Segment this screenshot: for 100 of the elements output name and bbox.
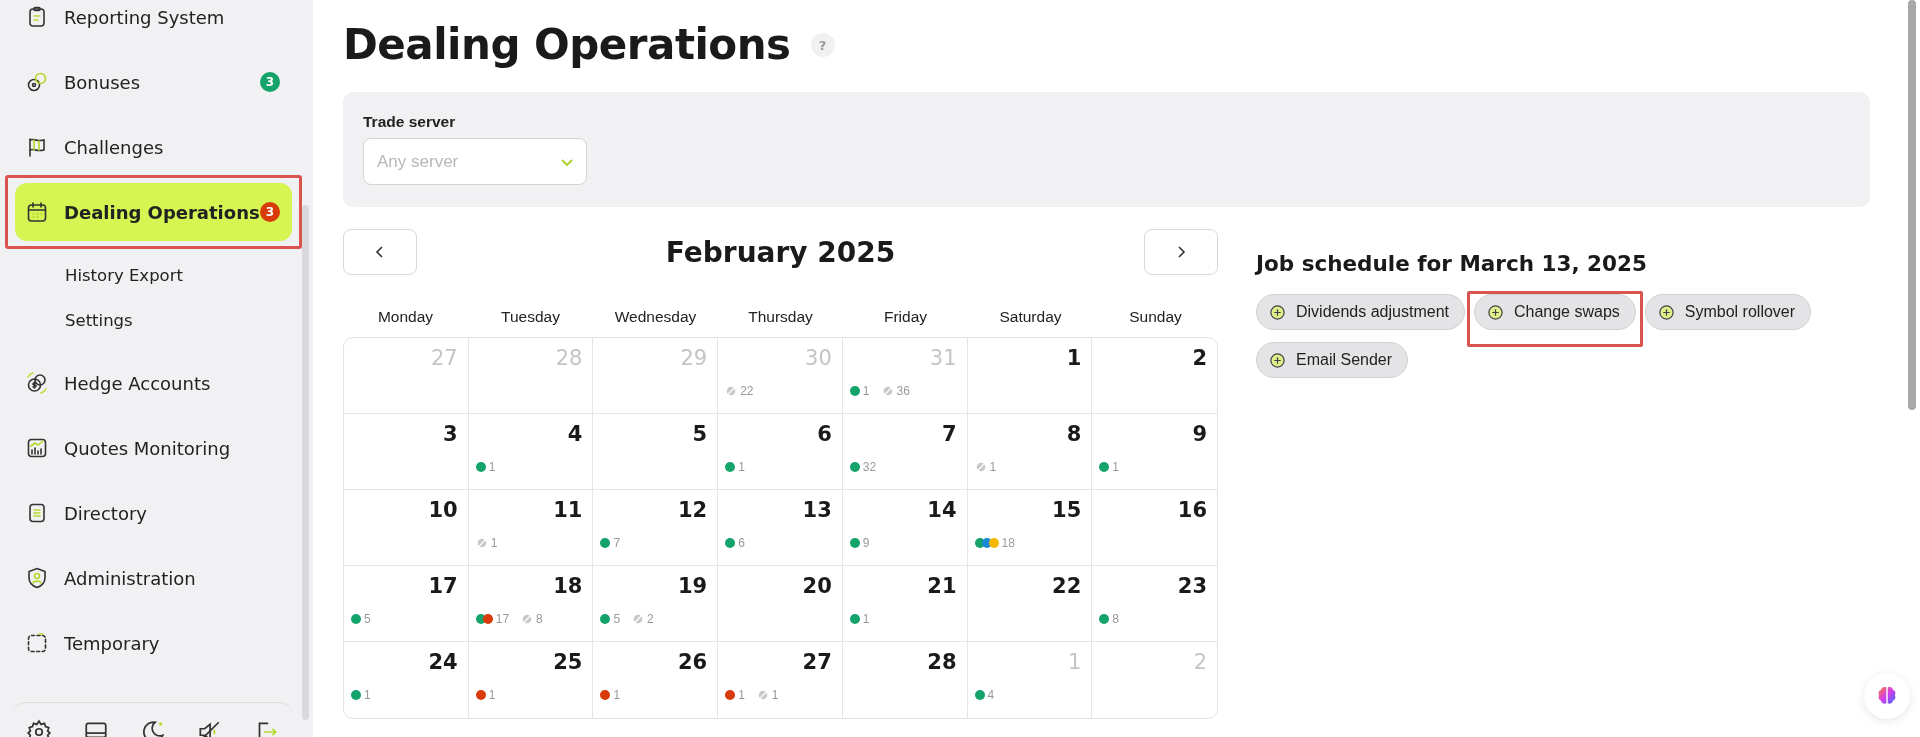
- day-cell[interactable]: 16: [1092, 490, 1217, 566]
- day-number: 25: [553, 650, 583, 674]
- day-number: 2: [1193, 650, 1207, 674]
- skipped-icon: [756, 689, 769, 701]
- day-cell[interactable]: 23 8: [1092, 566, 1217, 642]
- sidebar-subitem[interactable]: Settings: [15, 298, 292, 343]
- sidebar-item[interactable]: Hedge Accounts: [15, 354, 292, 412]
- day-cell[interactable]: 24 1: [344, 642, 469, 718]
- job-chip[interactable]: Symbol rollover: [1644, 294, 1812, 330]
- skipped-icon: [725, 385, 738, 397]
- job-count: 1: [488, 688, 496, 702]
- job-count: 1: [989, 460, 997, 474]
- job-count: 1: [738, 460, 745, 474]
- day-cell[interactable]: 9 1: [1092, 414, 1217, 490]
- job-count: 8: [536, 612, 543, 626]
- dashed-square-icon: [25, 631, 49, 655]
- add-icon: [1269, 303, 1286, 321]
- day-cell[interactable]: 11 1: [468, 490, 594, 566]
- job-count: 1: [771, 688, 779, 702]
- month-title: February 2025: [665, 235, 896, 269]
- day-number: 28: [927, 650, 957, 674]
- sidebar-item[interactable]: Administration: [15, 549, 292, 607]
- job-count: 18: [1001, 536, 1015, 550]
- day-cell[interactable]: 26 1: [593, 642, 719, 718]
- job-chip[interactable]: Email Sender: [1256, 342, 1409, 378]
- day-cell[interactable]: 28: [842, 642, 968, 718]
- weekday-label: Saturday: [998, 308, 1063, 326]
- day-cell[interactable]: 3: [344, 414, 469, 490]
- day-number: 26: [677, 650, 708, 674]
- day-cell[interactable]: 27 1 1: [718, 642, 843, 718]
- day-number: 19: [677, 574, 708, 598]
- day-cell[interactable]: 19 5 2: [593, 566, 719, 642]
- day-number: 3: [443, 422, 458, 446]
- day-number: 14: [927, 498, 957, 522]
- job-count: 22: [740, 384, 754, 398]
- day-number: 1: [1066, 346, 1082, 370]
- day-cell[interactable]: 18 17 8: [468, 566, 594, 642]
- sidebar-item[interactable]: Dealing Operations 3: [15, 183, 292, 241]
- sidebar-item[interactable]: Challenges: [15, 118, 292, 176]
- day-cell[interactable]: 20: [718, 566, 843, 642]
- server-select[interactable]: Any server: [363, 138, 587, 185]
- job-chip[interactable]: Change swaps: [1473, 294, 1636, 330]
- day-number: 20: [802, 574, 832, 598]
- sidebar-item[interactable]: Reporting System: [15, 0, 292, 46]
- day-number: 17: [428, 574, 458, 598]
- day-cell[interactable]: 13 6: [718, 490, 843, 566]
- sidebar-item[interactable]: Bonuses 3: [15, 53, 292, 111]
- day-cell[interactable]: 8 1: [967, 414, 1093, 490]
- skipped-icon: [974, 461, 987, 473]
- day-number: 31: [929, 346, 957, 370]
- job-count: 4: [987, 688, 995, 702]
- day-cell[interactable]: 4 1: [468, 414, 594, 490]
- job-count: 5: [613, 612, 621, 626]
- scrollbar[interactable]: [302, 205, 309, 720]
- coins-icon: [25, 70, 49, 94]
- day-cell[interactable]: 10: [344, 490, 469, 566]
- calendar-icon: [25, 200, 49, 224]
- day-number: 12: [677, 498, 708, 522]
- sidebar-item[interactable]: Quotes Monitoring: [15, 419, 292, 477]
- weekday-label: Wednesday: [613, 308, 698, 326]
- job-count: 1: [862, 612, 870, 626]
- day-cell[interactable]: 15 18: [967, 490, 1093, 566]
- day-cell[interactable]: 14 9: [842, 490, 968, 566]
- job-count: 5: [364, 612, 371, 626]
- job-count: 1: [738, 688, 745, 702]
- add-icon: [1657, 303, 1675, 321]
- monitor-icon[interactable]: [82, 719, 109, 737]
- sidebar-item[interactable]: Temporary: [15, 614, 292, 672]
- job-count: 1: [1112, 460, 1119, 474]
- field-label: Trade server: [363, 113, 457, 131]
- job-count: 7: [613, 536, 621, 550]
- job-count: 2: [647, 612, 654, 626]
- day-cell[interactable]: 12 7: [593, 490, 719, 566]
- day-number: 21: [927, 574, 957, 598]
- day-cell[interactable]: 17 5: [344, 566, 469, 642]
- day-cell[interactable]: 22: [967, 566, 1093, 642]
- day-number: 23: [1177, 574, 1207, 598]
- day-cell[interactable]: 2: [1092, 338, 1217, 414]
- chart-icon: [25, 436, 49, 460]
- day-cell[interactable]: 7 32: [842, 414, 968, 490]
- job-chip[interactable]: Dividends adjustment: [1256, 294, 1465, 330]
- day-cell[interactable]: 6 1: [718, 414, 843, 490]
- day-number: 6: [817, 422, 832, 446]
- day-cell[interactable]: 5: [593, 414, 719, 490]
- day-cell[interactable]: 1: [967, 338, 1093, 414]
- day-cell[interactable]: 21 1: [842, 566, 968, 642]
- day-number: 24: [428, 650, 458, 674]
- scrollbar[interactable]: [1908, 0, 1916, 410]
- day-cell[interactable]: 25 1: [468, 642, 594, 718]
- day-number: 2: [1192, 346, 1207, 370]
- assistant-button[interactable]: [1864, 673, 1910, 719]
- sidebar-subitem[interactable]: History Export: [15, 253, 292, 298]
- sidebar-item[interactable]: Directory: [15, 484, 292, 542]
- day-number: 15: [1052, 498, 1082, 522]
- day-number: 4: [567, 422, 583, 446]
- count-badge: 3: [260, 72, 280, 92]
- add-icon: [1486, 303, 1504, 321]
- weekday-label: Monday: [376, 308, 435, 326]
- job-count: 32: [862, 460, 877, 474]
- skipped-icon: [521, 613, 534, 625]
